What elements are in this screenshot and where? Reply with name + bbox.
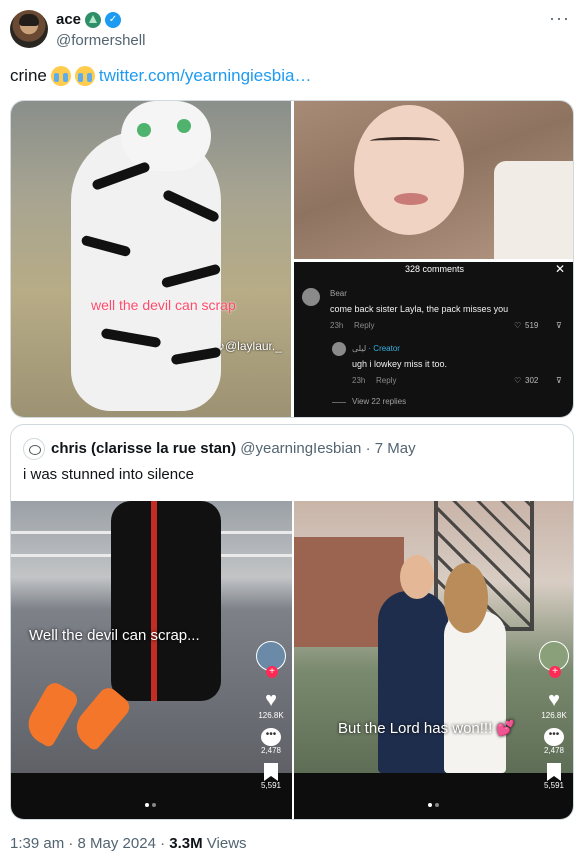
- divider: [332, 402, 346, 403]
- view-replies: View 22 replies: [352, 397, 407, 406]
- man-head: [400, 555, 434, 599]
- fursuit-eye: [137, 123, 151, 137]
- comment-reply: Reply: [354, 321, 375, 330]
- heart-icon: ♥: [265, 689, 277, 711]
- tiktok-profile-icon: +: [539, 641, 569, 678]
- plus-icon: +: [549, 666, 561, 678]
- views-label: Views: [206, 835, 247, 852]
- creator-badge: · Creator: [368, 344, 400, 353]
- tweet-text-body: crine: [10, 66, 47, 85]
- commenter-avatar: [302, 288, 320, 306]
- video-right[interactable]: But the Lord has won!!! 💕 + ♥ 126.8K •••…: [294, 501, 573, 819]
- comment-text: come back sister Layla, the pack misses …: [330, 304, 509, 314]
- comment-likes: 302: [525, 376, 539, 385]
- quoted-author-name: chris (clarisse la rue stan): [51, 440, 237, 457]
- comments-screenshot[interactable]: 328 comments ✕ Bear come back sister Lay…: [294, 262, 573, 417]
- video-caption: Well the devil can scrap...: [29, 627, 200, 644]
- author-display-name[interactable]: ace: [56, 11, 81, 28]
- video-left[interactable]: Well the devil can scrap... + ♥ 126.8K •…: [11, 501, 292, 819]
- woman-hair: [444, 563, 488, 633]
- red-stripe: [151, 501, 157, 701]
- comment-text: ugh i lowkey miss it too.: [352, 359, 448, 369]
- fursuit-photo[interactable]: well the devil can scrap ♪@laylaur._: [11, 101, 291, 417]
- tiktok-watermark: ♪@laylaur._: [219, 339, 282, 353]
- tree-emoji-icon: [85, 11, 102, 28]
- comment-likes: 519: [525, 321, 539, 330]
- video-actions: + ♥ 126.8K ••• 2,478 5,591: [253, 641, 289, 790]
- quoted-author-handle: @yearningIesbian: [240, 440, 362, 457]
- video-comments: 2,478: [260, 746, 282, 755]
- woman-in-dress: [444, 611, 506, 773]
- quoted-tweet[interactable]: chris (clarisse la rue stan) @yearningIe…: [10, 424, 574, 820]
- author-handle[interactable]: @formershell: [56, 32, 145, 49]
- quoted-tweet-date: · 7 May: [365, 440, 416, 457]
- quoted-tweet-text: i was stunned into silence: [23, 466, 194, 483]
- comment-author: Bear: [330, 289, 347, 298]
- video-likes: 126.8K: [541, 711, 567, 720]
- video-likes: 126.8K: [258, 711, 284, 720]
- views-count: 3.3M: [169, 835, 203, 852]
- close-icon: ✕: [554, 262, 565, 276]
- plus-icon: +: [266, 666, 278, 678]
- dislike-icon: ⊽: [556, 376, 562, 385]
- author-name-row: ace ✓: [56, 11, 122, 28]
- tweet-meta: 1:39 am · 8 May 2024 · 3.3M Views: [10, 835, 247, 852]
- tweet-text: crine twitter.com/yearningiesbia…: [10, 66, 311, 86]
- fursuit-eye: [177, 119, 191, 133]
- comment-time: 23h: [352, 376, 366, 385]
- bookmark-icon: [264, 763, 278, 781]
- creator-name: ليلى: [352, 344, 367, 353]
- comment-time: 23h: [330, 321, 344, 330]
- orange-shoe: [21, 679, 81, 749]
- tiktok-profile-icon: +: [256, 641, 286, 678]
- bookmark-icon: [547, 763, 561, 781]
- man-in-suit: [378, 591, 448, 773]
- dislike-icon: ⊽: [556, 321, 562, 330]
- media-grid: well the devil can scrap ♪@laylaur._ 328…: [10, 100, 574, 418]
- heart-icon: ♥: [548, 689, 560, 711]
- lips: [394, 193, 428, 205]
- quoted-tweet-link[interactable]: twitter.com/yearningiesbia…: [99, 66, 312, 86]
- face: [354, 105, 464, 235]
- selfie-photo[interactable]: [294, 101, 573, 259]
- author-avatar[interactable]: [10, 10, 48, 48]
- quoted-tweet-header: chris (clarisse la rue stan) @yearningIe…: [51, 440, 416, 457]
- eyes: [370, 137, 440, 145]
- verified-badge-icon[interactable]: ✓: [105, 11, 122, 28]
- comment-reply: Reply: [376, 376, 397, 385]
- video-saves: 5,591: [543, 781, 565, 790]
- tweet-timestamp[interactable]: 1:39 am · 8 May 2024 ·: [10, 835, 165, 852]
- video-actions: + ♥ 126.8K ••• 2,478 5,591: [536, 641, 572, 790]
- loudly-crying-emoji-icon: [50, 66, 71, 86]
- video-comments: 2,478: [543, 746, 565, 755]
- quoted-author-avatar: [23, 438, 45, 460]
- comments-count: 328 comments: [404, 264, 465, 274]
- comment-bubble-icon: •••: [261, 728, 281, 746]
- latex-legs: [111, 501, 221, 701]
- pillow: [494, 161, 573, 259]
- fursuit-caption: well the devil can scrap: [91, 297, 236, 313]
- more-options-icon[interactable]: ···: [549, 8, 570, 29]
- comment-bubble-icon: •••: [544, 728, 564, 746]
- heart-outline-icon: ♡: [514, 321, 522, 330]
- carousel-dots: [145, 803, 159, 807]
- carousel-dots: [428, 803, 442, 807]
- heart-outline-icon: ♡: [514, 376, 522, 385]
- video-saves: 5,591: [260, 781, 282, 790]
- creator-avatar: [332, 342, 346, 356]
- comment-author-creator: ليلى · Creator: [352, 344, 400, 353]
- fursuit-head: [121, 101, 211, 171]
- video-caption: But the Lord has won!!! 💕: [338, 720, 516, 737]
- loudly-crying-emoji-icon: [74, 66, 95, 86]
